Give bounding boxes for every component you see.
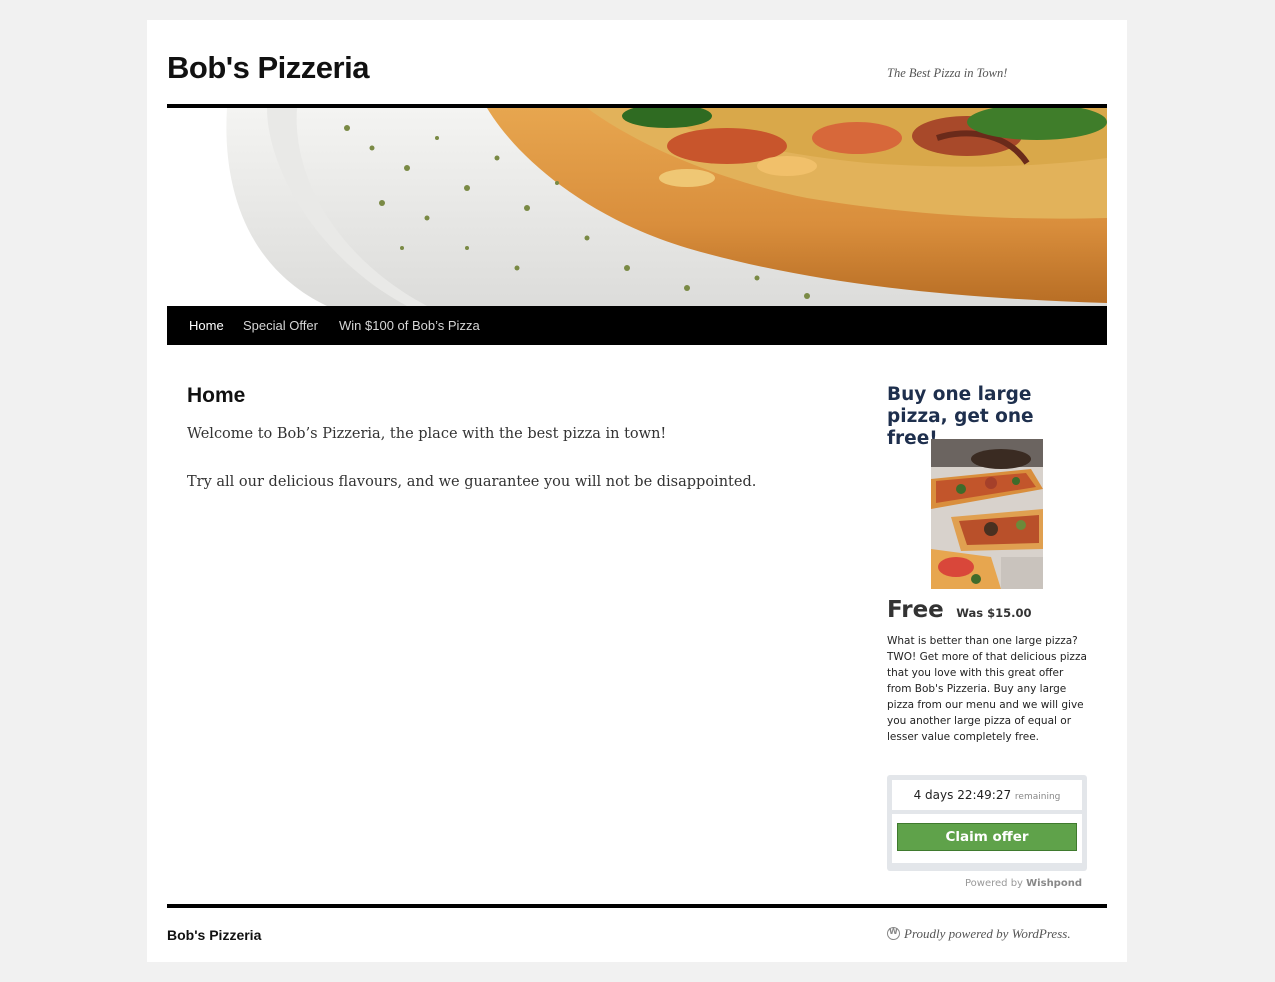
offer-original-price: Was $15.00 bbox=[956, 606, 1032, 620]
wordpress-icon bbox=[887, 927, 900, 940]
offer-price: Free Was $15.00 bbox=[887, 597, 1087, 623]
countdown-timer: 4 days 22:49:27 remaining bbox=[892, 780, 1082, 810]
offer-price-value: Free bbox=[887, 597, 944, 623]
footer-site-title[interactable]: Bob's Pizzeria bbox=[167, 927, 261, 943]
powered-by-prefix: Powered by bbox=[965, 878, 1023, 889]
footer-divider bbox=[167, 904, 1107, 908]
main-navigation: Home Special Offer Win $100 of Bob’s Piz… bbox=[167, 306, 1107, 345]
claim-box: 4 days 22:49:27 remaining Claim offer bbox=[887, 775, 1087, 871]
powered-by-brand-link[interactable]: Wishpond bbox=[1026, 878, 1082, 889]
entry-paragraph: Try all our delicious flavours, and we g… bbox=[187, 474, 757, 490]
entry-paragraph: Welcome to Bob’s Pizzeria, the place wit… bbox=[187, 426, 667, 442]
countdown-suffix: remaining bbox=[1014, 792, 1061, 802]
countdown-value: 4 days 22:49:27 bbox=[913, 788, 1012, 802]
entry-title: Home bbox=[187, 384, 246, 407]
nav-item-home[interactable]: Home bbox=[189, 318, 224, 333]
offer-widget: Buy one large pizza, get one free! Free … bbox=[887, 384, 1087, 889]
site-title[interactable]: Bob's Pizzeria bbox=[167, 50, 369, 86]
offer-pizza-image bbox=[931, 439, 1043, 589]
claim-button-container: Claim offer bbox=[892, 814, 1082, 863]
header-banner-image bbox=[167, 108, 1107, 306]
page: Bob's Pizzeria The Best Pizza in Town! H… bbox=[147, 20, 1127, 962]
site-description: The Best Pizza in Town! bbox=[887, 66, 1008, 80]
nav-item-win-100[interactable]: Win $100 of Bob’s Pizza bbox=[339, 318, 480, 333]
offer-description: What is better than one large pizza? TWO… bbox=[887, 635, 1087, 743]
footer-credit-text[interactable]: Proudly powered by WordPress. bbox=[904, 926, 1071, 941]
claim-offer-button[interactable]: Claim offer bbox=[897, 823, 1077, 851]
nav-item-special-offer[interactable]: Special Offer bbox=[243, 318, 318, 333]
powered-by: Powered by Wishpond bbox=[887, 878, 1082, 889]
footer-credit[interactable]: Proudly powered by WordPress. bbox=[887, 926, 1071, 942]
